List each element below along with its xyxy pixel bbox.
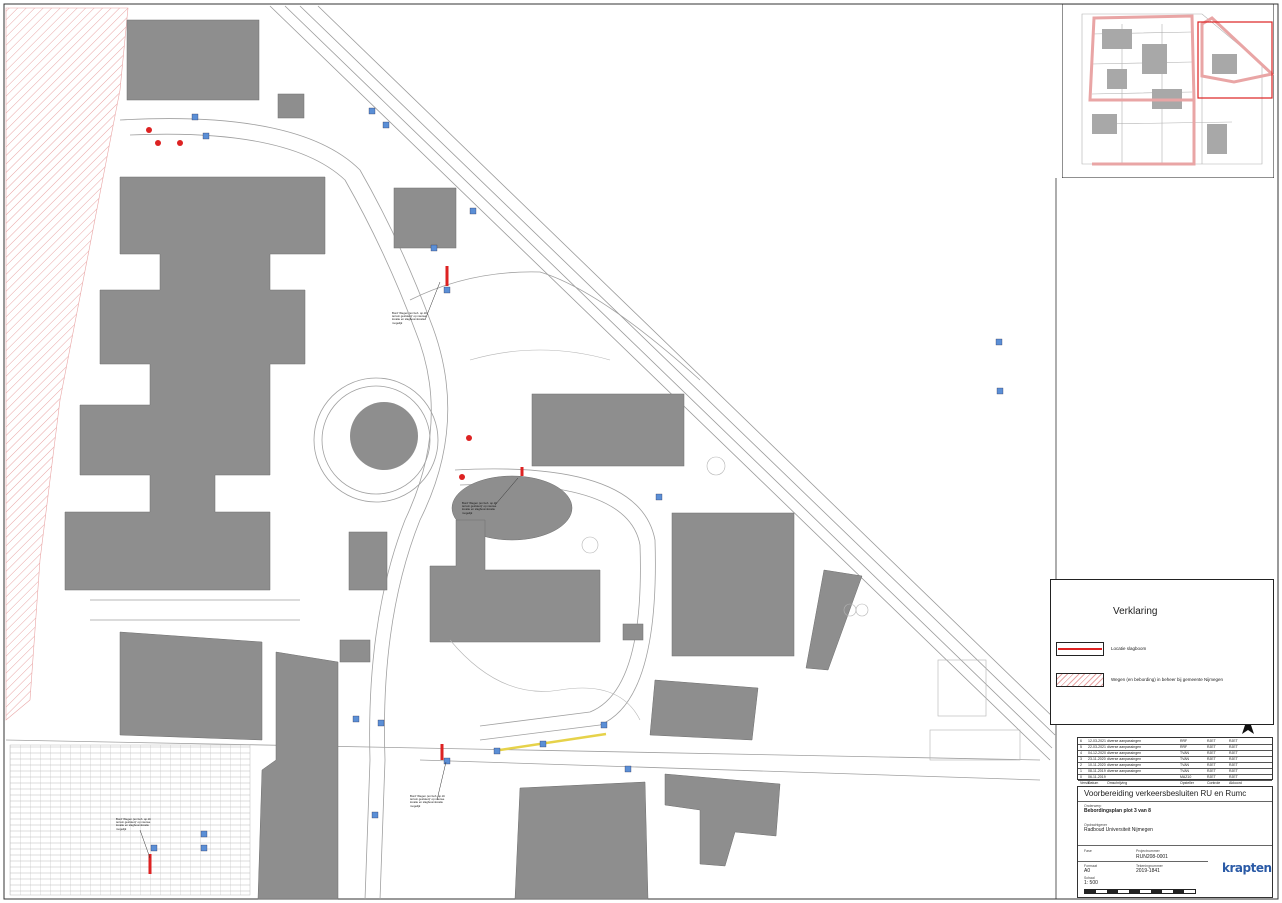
revision-cell-date: 08-11-2019 [1088, 769, 1106, 773]
revision-cell-approved: RJET [1229, 769, 1238, 773]
highlighted-route [499, 732, 607, 752]
revision-cell-desc: diverse aanpassingen [1107, 757, 1142, 761]
revision-cell-drawn: TVAN [1180, 769, 1190, 773]
revision-cell-date: 04-12-2020 [1088, 751, 1106, 755]
revision-cell-approved: RJET [1229, 739, 1238, 743]
revision-cell-drawn: TVAN [1180, 757, 1190, 761]
revision-cell-drawn: TVAN [1180, 751, 1190, 755]
revision-cell-checked: Controle [1207, 781, 1221, 785]
client-value: Radboud Universiteit Nijmegen [1084, 827, 1153, 833]
plaza-circle [350, 402, 418, 470]
diagonal-road [269, 5, 1057, 761]
project-title: Voorbereiding verkeersbesluiten RU en Ru… [1084, 789, 1247, 798]
map-annotation: Bord 'Wegen (en beh. op dit terrein gesl… [116, 817, 151, 831]
revision-cell-approved: RJET [1229, 751, 1238, 755]
revision-cell-nr: 2 [1080, 763, 1082, 767]
revision-table: 6 12-03-2021 diverse aanpassingen RRF RJET RJ… [1077, 737, 1273, 787]
overview-inset [1062, 4, 1274, 178]
project-number-label: Projectnummer [1136, 849, 1160, 853]
revision-cell-nr: 4 [1080, 751, 1082, 755]
revision-cell-date: 10-11-2020 [1088, 763, 1106, 767]
revision-cell-desc: diverse aanpassingen [1107, 763, 1142, 767]
revision-cell-nr: 0 [1080, 775, 1082, 779]
revision-cell-desc: diverse aanpassingen [1107, 769, 1142, 773]
phase-label: Fase [1084, 849, 1092, 853]
revision-cell-checked: RJET [1207, 769, 1216, 773]
revision-cell-approved: RJET [1229, 763, 1238, 767]
map-annotation: Bord 'Wegen (en beh. op dit terrein gesl… [392, 311, 427, 325]
map-annotation: Bord 'Wegen (en beh. op dit terrein gesl… [462, 501, 497, 515]
map-annotation: Bord 'Wegen (en beh. op dit terrein gesl… [410, 794, 445, 808]
drawing-number-value: 2019-1841 [1136, 868, 1160, 874]
revision-cell-checked: RJET [1207, 757, 1216, 761]
revision-cell-date: 06-11-2019 [1088, 775, 1106, 779]
revision-cell-drawn: RRF [1180, 745, 1188, 749]
subject-value: Bebordingsplan plot 3 van 8 [1084, 808, 1151, 814]
revision-cell-checked: RJET [1207, 745, 1216, 749]
revision-cell-nr: 3 [1080, 757, 1082, 761]
scale-bar [1084, 889, 1196, 894]
scale-value: 1: 500 [1084, 880, 1098, 886]
revision-cell-desc: Omschrijving [1107, 781, 1128, 785]
revision-cell-checked: RJET [1207, 775, 1216, 779]
title-block: Voorbereiding verkeersbesluiten RU en Ru… [1077, 786, 1273, 898]
revision-cell-nr: 5 [1080, 745, 1082, 749]
revision-cell-approved: RJET [1229, 757, 1238, 761]
legend-label-municipal: Wegen (en bebording) in beheer bij gemee… [1111, 677, 1223, 682]
legend: Verklaring Locatie slagboom Wegen (en be… [1050, 579, 1274, 725]
company-logo: krapten [1222, 861, 1272, 875]
revision-cell-desc: diverse aanpassingen [1107, 739, 1142, 743]
legend-label-barrier: Locatie slagboom [1111, 646, 1147, 651]
format-value: A0 [1084, 868, 1091, 874]
project-number-value: RUN208-0001 [1136, 854, 1168, 860]
legend-title: Verklaring [1113, 606, 1158, 617]
revision-cell-drawn: TVAN [1180, 763, 1190, 767]
legend-swatch-municipal [1056, 673, 1104, 687]
revision-cell-checked: RJET [1207, 739, 1216, 743]
revision-cell-drawn: MAZ10 [1180, 775, 1192, 779]
revision-cell-date: Datum [1088, 781, 1099, 785]
revision-cell-date: 22-03-2021 [1088, 745, 1106, 749]
revision-cell-approved: Akkoord [1229, 781, 1242, 785]
revision-cell-drawn: RRF [1180, 739, 1188, 743]
revision-cell-nr: 1 [1080, 769, 1082, 773]
legend-swatch-barrier [1056, 642, 1104, 656]
revision-cell-desc: diverse aanpassingen [1107, 745, 1142, 749]
revision-cell-date: 23-11-2020 [1088, 757, 1106, 761]
revision-cell-date: 12-03-2021 [1088, 739, 1106, 743]
revision-cell-drawn: Opsteller [1180, 781, 1195, 785]
revision-cell-desc: diverse aanpassingen [1107, 751, 1142, 755]
revision-cell-approved: RJET [1229, 745, 1238, 749]
revision-cell-checked: RJET [1207, 763, 1216, 767]
revision-cell-approved: RJET [1229, 775, 1238, 779]
revision-cell-checked: RJET [1207, 751, 1216, 755]
revision-cell-nr: 6 [1080, 739, 1082, 743]
